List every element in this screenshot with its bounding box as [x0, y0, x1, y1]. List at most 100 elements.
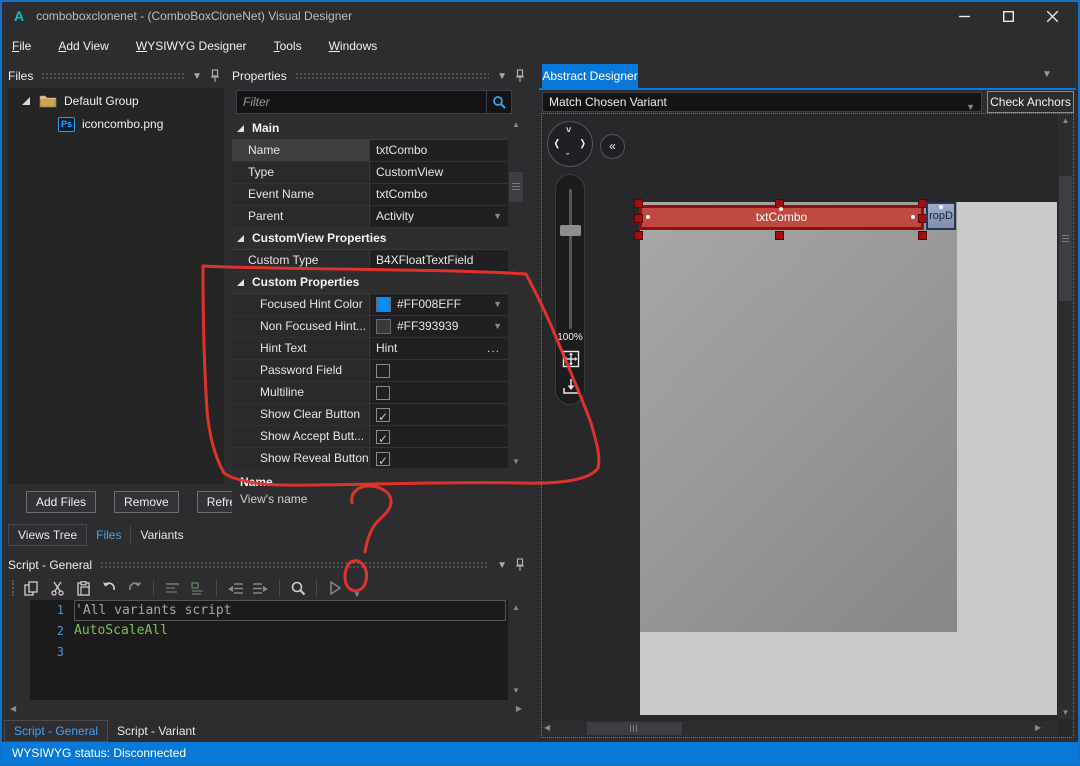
pan-left-icon[interactable]: ❬ — [553, 138, 561, 149]
chevron-down-icon[interactable]: ▼ — [497, 71, 507, 82]
checkbox-checked[interactable] — [376, 429, 390, 450]
property-row-password-field[interactable]: Password Field — [232, 360, 508, 382]
toolbar-grip[interactable] — [12, 580, 15, 596]
zoom-slider-track[interactable] — [569, 189, 572, 329]
property-row-focused-hint-color[interactable]: Focused Hint Color #FF008EFF ▼ — [232, 294, 508, 316]
pan-up-icon[interactable]: ˅ — [566, 125, 571, 135]
copy-icon[interactable] — [21, 578, 41, 598]
resize-handle[interactable] — [634, 231, 643, 240]
scrollbar-thumb[interactable] — [1059, 176, 1072, 301]
search-button[interactable] — [486, 90, 512, 114]
check-anchors-button[interactable]: Check Anchors — [987, 91, 1074, 113]
pan-control[interactable]: ˅ ˇ ❬ ❭ — [547, 121, 593, 167]
filter-input[interactable] — [236, 90, 486, 114]
tree-item-file[interactable]: Ps iconcombo.png — [8, 114, 224, 134]
scroll-up-icon[interactable]: ▲ — [508, 118, 524, 131]
code-line[interactable]: 2 AutoScaleAll — [30, 621, 508, 642]
property-row-name[interactable]: Name txtCombo — [232, 140, 508, 162]
ellipsis-button[interactable]: ... — [487, 338, 500, 359]
fit-to-screen-icon[interactable] — [562, 350, 580, 368]
property-group-main[interactable]: Main — [232, 118, 508, 140]
find-icon[interactable] — [288, 578, 308, 598]
maximize-button[interactable] — [986, 2, 1030, 30]
scroll-down-icon[interactable]: ▼ — [508, 684, 524, 697]
scroll-up-icon[interactable]: ▲ — [1058, 114, 1073, 127]
paste-icon[interactable] — [73, 578, 93, 598]
checkbox-checked[interactable] — [376, 451, 390, 468]
dropdown-arrow-icon[interactable]: ▼ — [493, 206, 502, 227]
dropdown-arrow-icon[interactable]: ▼ — [493, 316, 502, 337]
tab-script-variant[interactable]: Script - Variant — [108, 721, 204, 741]
dropdown-arrow-icon[interactable]: ▼ — [493, 294, 502, 315]
editor-horizontal-scrollbar[interactable]: ◀ ▶ — [8, 702, 524, 715]
property-row-custom-type[interactable]: Custom Type B4XFloatTextField — [232, 250, 508, 272]
menu-file[interactable]: File — [12, 39, 31, 53]
toolbar-overflow-icon[interactable]: ▼ — [353, 590, 361, 599]
chevron-down-icon[interactable]: ▼ — [497, 560, 507, 571]
shift-right-icon[interactable] — [251, 578, 271, 598]
menu-add-view[interactable]: Add View — [58, 39, 109, 53]
tree-item-default-group[interactable]: Default Group — [8, 91, 224, 111]
undo-icon[interactable] — [99, 578, 119, 598]
tab-files[interactable]: Files — [87, 525, 130, 545]
uncomment-lines-icon[interactable] — [188, 578, 208, 598]
scrollbar-thumb[interactable] — [587, 722, 682, 735]
chevron-down-icon[interactable]: ▼ — [192, 71, 202, 82]
scroll-up-icon[interactable]: ▲ — [508, 601, 524, 614]
designer-horizontal-scrollbar[interactable]: ◀ ▶ — [542, 721, 1057, 736]
code-line[interactable]: 1 'All variants script — [30, 600, 508, 621]
checkbox-checked[interactable] — [376, 407, 390, 428]
menu-windows[interactable]: Windows — [329, 39, 378, 53]
add-files-button[interactable]: Add Files — [26, 491, 97, 513]
property-row-multiline[interactable]: Multiline — [232, 382, 508, 404]
scroll-right-icon[interactable]: ▶ — [1035, 721, 1041, 734]
scroll-left-icon[interactable]: ◀ — [544, 721, 550, 734]
tree-expander-icon[interactable] — [22, 97, 30, 105]
property-row-parent[interactable]: Parent Activity ▼ — [232, 206, 508, 228]
editor-vertical-scrollbar[interactable]: ▲ ▼ — [508, 601, 524, 697]
import-layout-icon[interactable] — [562, 377, 580, 395]
redo-icon[interactable] — [125, 578, 145, 598]
pan-down-icon[interactable]: ˇ — [566, 152, 569, 162]
property-group-custom-properties[interactable]: Custom Properties — [232, 272, 508, 294]
zoom-slider[interactable]: 100% — [555, 174, 585, 405]
pin-icon[interactable] — [515, 69, 525, 83]
collapse-panel-button[interactable]: « — [600, 134, 625, 159]
minimize-button[interactable] — [942, 2, 986, 30]
cut-icon[interactable] — [47, 578, 67, 598]
tab-views-tree[interactable]: Views Tree — [8, 523, 88, 546]
comment-lines-icon[interactable] — [162, 578, 182, 598]
tab-abstract-designer[interactable]: Abstract Designer — [542, 64, 638, 88]
property-row-hint-text[interactable]: Hint Text Hint... — [232, 338, 508, 360]
tab-variants[interactable]: Variants — [131, 525, 192, 545]
zoom-slider-thumb[interactable] — [560, 225, 581, 236]
resize-handle[interactable] — [918, 231, 927, 240]
menu-wysiwyg-designer[interactable]: WYSIWYG Designer — [136, 39, 247, 53]
property-row-type[interactable]: Type CustomView — [232, 162, 508, 184]
scroll-right-icon[interactable]: ▶ — [516, 702, 522, 715]
close-button[interactable] — [1030, 2, 1074, 30]
pin-icon[interactable] — [210, 69, 220, 83]
run-script-icon[interactable] — [325, 578, 345, 598]
property-row-show-clear-button[interactable]: Show Clear Button — [232, 404, 508, 428]
checkbox-unchecked[interactable] — [376, 385, 390, 400]
property-group-customview[interactable]: CustomView Properties — [232, 228, 508, 250]
scroll-down-icon[interactable]: ▼ — [508, 455, 524, 468]
properties-scrollbar[interactable]: ▲ ▼ — [508, 118, 524, 468]
remove-button[interactable]: Remove — [114, 491, 179, 513]
resize-handle[interactable] — [634, 199, 643, 208]
checkbox-unchecked[interactable] — [376, 363, 390, 378]
scroll-down-icon[interactable]: ▼ — [1058, 706, 1073, 719]
pan-right-icon[interactable]: ❭ — [579, 138, 587, 149]
designer-vertical-scrollbar[interactable]: ▲ ▼ — [1058, 114, 1073, 719]
menu-tools[interactable]: Tools — [274, 39, 302, 53]
property-row-event-name[interactable]: Event Name txtCombo — [232, 184, 508, 206]
property-row-show-reveal-button[interactable]: Show Reveal Button — [232, 448, 508, 468]
resize-handle[interactable] — [634, 214, 643, 223]
resize-handle[interactable] — [775, 231, 784, 240]
chevron-down-icon[interactable]: ▼ — [1042, 69, 1052, 80]
variant-selector[interactable]: Match Chosen Variant ▼ — [542, 92, 982, 112]
pin-icon[interactable] — [515, 558, 525, 572]
activity-canvas[interactable] — [640, 202, 957, 632]
scrollbar-thumb[interactable] — [509, 172, 523, 202]
